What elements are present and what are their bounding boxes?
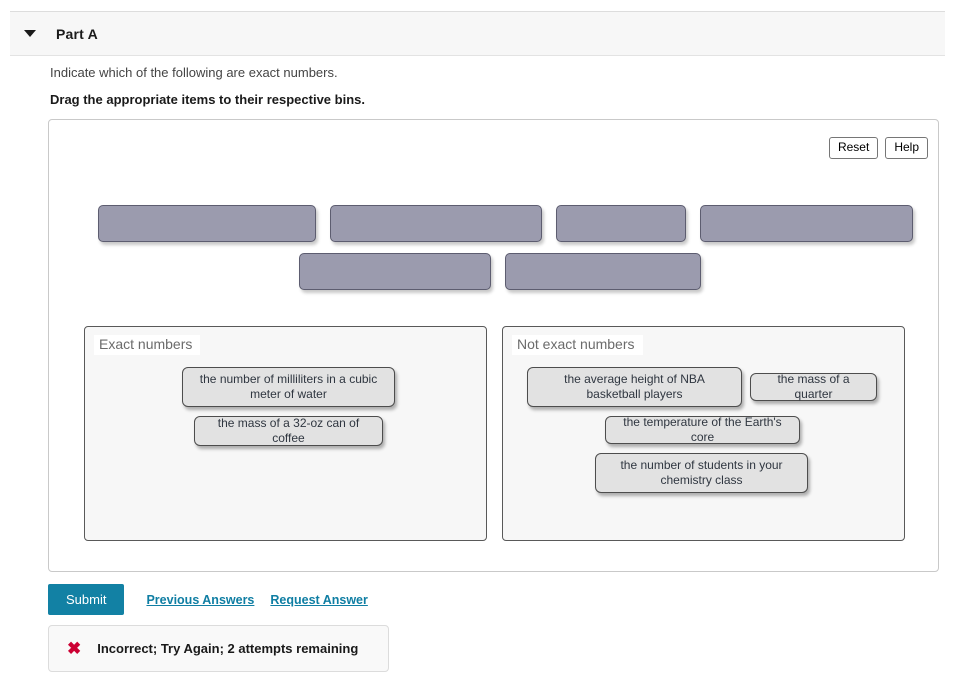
submit-row: Submit Previous Answers Request Answer bbox=[48, 584, 368, 615]
draggable-item[interactable]: the mass of a quarter bbox=[750, 372, 877, 401]
empty-item-slot[interactable] bbox=[330, 205, 542, 242]
feedback-banner: ✖ Incorrect; Try Again; 2 attempts remai… bbox=[48, 625, 389, 672]
bins-container: Exact numbers the number of milliliters … bbox=[84, 326, 906, 541]
request-answer-link[interactable]: Request Answer bbox=[270, 593, 367, 607]
x-mark-icon: ✖ bbox=[67, 639, 82, 658]
draggable-item[interactable]: the number of students in your chemistry… bbox=[595, 453, 808, 493]
question-text: Indicate which of the following are exac… bbox=[50, 65, 338, 80]
feedback-message: Incorrect; Try Again; 2 attempts remaini… bbox=[97, 641, 359, 656]
empty-item-slot[interactable] bbox=[700, 205, 913, 242]
panel-toolbar: Reset Help bbox=[828, 137, 928, 159]
page-title: Part A bbox=[56, 25, 98, 42]
caret-down-icon[interactable] bbox=[24, 30, 36, 37]
reset-button[interactable]: Reset bbox=[828, 137, 879, 159]
instruction-text: Drag the appropriate items to their resp… bbox=[50, 92, 365, 107]
bin-items: the number of milliliters in a cubic met… bbox=[85, 361, 486, 452]
bin-exact-numbers[interactable]: Exact numbers the number of milliliters … bbox=[84, 326, 487, 541]
draggable-item[interactable]: the number of milliliters in a cubic met… bbox=[182, 367, 395, 407]
bin-items: the average height of NBA basketball pla… bbox=[503, 361, 904, 499]
draggable-item[interactable]: the average height of NBA basketball pla… bbox=[527, 367, 742, 407]
empty-item-slot[interactable] bbox=[505, 253, 701, 290]
prompt-block: Indicate which of the following are exac… bbox=[50, 64, 930, 118]
help-button[interactable]: Help bbox=[885, 137, 928, 159]
bin-not-exact-numbers[interactable]: Not exact numbers the average height of … bbox=[502, 326, 905, 541]
item-source-row-1 bbox=[98, 205, 913, 242]
draggable-item[interactable]: the mass of a 32-oz can of coffee bbox=[194, 416, 383, 446]
drag-drop-activity-panel: Reset Help Exact numbers the number of m… bbox=[48, 119, 939, 572]
draggable-item[interactable]: the temperature of the Earth's core bbox=[605, 415, 800, 444]
empty-item-slot[interactable] bbox=[299, 253, 491, 290]
bin-label: Not exact numbers bbox=[512, 335, 643, 355]
empty-item-slot[interactable] bbox=[98, 205, 316, 242]
item-source-row-2 bbox=[299, 253, 701, 290]
submit-button[interactable]: Submit bbox=[48, 584, 125, 615]
previous-answers-link[interactable]: Previous Answers bbox=[146, 593, 254, 607]
bin-label: Exact numbers bbox=[94, 335, 201, 355]
part-header: Part A bbox=[10, 11, 945, 56]
empty-item-slot[interactable] bbox=[556, 205, 686, 242]
